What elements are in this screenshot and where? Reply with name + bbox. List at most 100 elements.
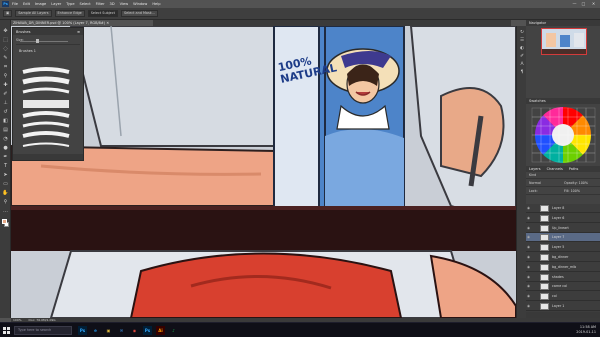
windows-start-icon[interactable] (3, 327, 10, 334)
layer-name[interactable]: Layer 1 (552, 302, 564, 311)
lasso-tool-icon[interactable]: ◌ (2, 46, 9, 52)
layer-name[interactable]: carne col (552, 282, 567, 291)
character-panel-icon[interactable]: A (519, 62, 525, 67)
visibility-eye-icon[interactable]: ◉ (527, 206, 531, 210)
close-button[interactable]: ✕ (590, 1, 597, 7)
eyedropper-tool-icon[interactable]: ⚲ (2, 73, 9, 79)
layer-row[interactable]: ◉ carne col (526, 282, 600, 292)
hand-tool-icon[interactable]: ✋ (2, 190, 9, 196)
taskbar-app-icon[interactable]: Ps (78, 326, 87, 335)
menu-type[interactable]: Type (66, 2, 74, 6)
layer-row[interactable]: ◉ bg_dinner (526, 253, 600, 262)
fill-field[interactable]: Fill: 100% (564, 188, 580, 195)
marquee-tool-icon[interactable]: ⬚ (2, 37, 9, 43)
type-tool-icon[interactable]: T (2, 163, 9, 169)
brush-group-label[interactable]: Brushes 1 (19, 49, 83, 53)
document-canvas[interactable]: 100% NATURAL (11, 26, 516, 318)
taskbar-app-icon[interactable]: ♪ (169, 326, 178, 335)
layer-row[interactable]: ◉ Layer 6 (526, 214, 600, 223)
layer-row[interactable]: ◉ Layer 8 (526, 204, 600, 213)
layer-name[interactable]: bg_dinner_mlb (552, 263, 576, 272)
tab-layers[interactable]: Layers (529, 167, 541, 171)
more-tools-icon[interactable]: … (2, 208, 9, 214)
swatches-header[interactable]: Swatches (526, 98, 600, 104)
dodge-tool-icon[interactable]: ● (2, 145, 9, 151)
system-tray-clock[interactable]: 11:58 AM 2019-01-11 (576, 325, 596, 335)
menu-edit[interactable]: Edit (23, 2, 30, 6)
quick-select-tool-icon[interactable]: ✎ (2, 55, 9, 61)
brush-size-slider-knob[interactable] (36, 39, 39, 43)
visibility-eye-icon[interactable]: ◉ (527, 294, 531, 298)
taskbar-app-icon[interactable]: Ps (143, 326, 152, 335)
move-tool-icon[interactable]: ✥ (2, 28, 9, 34)
brush-size-slider[interactable] (20, 41, 68, 42)
layer-name[interactable]: shades (552, 273, 564, 282)
visibility-eye-icon[interactable]: ◉ (527, 284, 531, 288)
layer-name[interactable]: Layer 5 (552, 243, 564, 252)
menu-file[interactable]: File (12, 2, 18, 6)
crop-tool-icon[interactable]: ⌗ (2, 64, 9, 70)
layer-row[interactable]: ◉ col (526, 292, 600, 302)
brush-settings-icon[interactable]: ✐ (519, 54, 525, 59)
layer-row[interactable]: ◉ Layer 7 (526, 233, 600, 243)
gradient-tool-icon[interactable]: ▤ (2, 127, 9, 133)
tool-preset-icon[interactable]: ▣ (3, 10, 13, 17)
rectangle-tool-icon[interactable]: ▭ (2, 181, 9, 187)
path-selection-tool-icon[interactable]: ➤ (2, 172, 9, 178)
properties-panel-icon[interactable]: ☰ (519, 38, 525, 43)
select-subject-button[interactable]: Select Subject (87, 10, 118, 17)
layer-row[interactable]: ◉ Layer 5 (526, 243, 600, 253)
brush-stroke-previews[interactable] (21, 64, 71, 150)
visibility-eye-icon[interactable]: ◉ (527, 245, 531, 249)
menu-layer[interactable]: Layer (51, 2, 61, 6)
enhance-edge-option[interactable]: Enhance Edge (54, 10, 85, 17)
layer-name[interactable]: Up_lineart (552, 224, 569, 233)
paragraph-panel-icon[interactable]: ¶ (519, 70, 525, 75)
visibility-eye-icon[interactable]: ◉ (527, 304, 531, 308)
healing-brush-tool-icon[interactable]: ✚ (2, 82, 9, 88)
taskbar-app-icon[interactable]: ▣ (104, 326, 113, 335)
blend-mode-select[interactable]: Normal (529, 181, 541, 185)
menu-window[interactable]: Window (133, 2, 147, 6)
layer-row[interactable]: ◉ bg_dinner_mlb (526, 263, 600, 272)
menu-filter[interactable]: Filter (96, 2, 105, 6)
menu-3d[interactable]: 3D (110, 2, 115, 6)
color-wheel[interactable] (528, 105, 598, 165)
visibility-eye-icon[interactable]: ◉ (527, 216, 531, 220)
tab-paths[interactable]: Paths (569, 167, 579, 171)
visibility-eye-icon[interactable]: ◉ (527, 255, 531, 259)
taskbar-app-icon[interactable]: ✉ (117, 326, 126, 335)
menu-select[interactable]: Select (80, 2, 91, 6)
navigator-preview[interactable] (541, 28, 587, 55)
layer-row[interactable]: ◉ Up_lineart (526, 224, 600, 233)
history-panel-icon[interactable]: ↻ (519, 30, 525, 35)
layer-row[interactable]: ◉ Layer 1 (526, 302, 600, 311)
panel-menu-icon[interactable]: ≡ (77, 30, 80, 34)
blur-tool-icon[interactable]: ◔ (2, 136, 9, 142)
layer-name[interactable]: bg_dinner (552, 253, 568, 262)
tab-channels[interactable]: Channels (547, 167, 563, 171)
taskbar-app-icon[interactable]: ◉ (130, 326, 139, 335)
select-and-mask-button[interactable]: Select and Mask... (120, 10, 158, 17)
visibility-eye-icon[interactable]: ◉ (527, 226, 531, 230)
sample-all-layers-option[interactable]: Sample All Layers (15, 10, 52, 17)
layer-name[interactable]: Layer 7 (552, 233, 564, 242)
history-brush-tool-icon[interactable]: ↺ (2, 109, 9, 115)
foreground-color-swatch[interactable] (2, 219, 7, 224)
layer-kind-filter[interactable]: Kind (529, 173, 536, 177)
layer-row[interactable]: ◉ shades (526, 273, 600, 282)
visibility-eye-icon[interactable]: ◉ (527, 275, 531, 279)
layer-name[interactable]: col (552, 292, 557, 301)
zoom-tool-icon[interactable]: ⚲ (2, 199, 9, 205)
layer-name[interactable]: Layer 6 (552, 214, 564, 223)
visibility-eye-icon[interactable]: ◉ (527, 265, 531, 269)
pen-tool-icon[interactable]: ✒ (2, 154, 9, 160)
layer-name[interactable]: Layer 8 (552, 204, 564, 213)
navigator-header[interactable]: Navigator (526, 20, 600, 26)
clone-stamp-tool-icon[interactable]: ⊥ (2, 100, 9, 106)
brush-tool-icon[interactable]: ✐ (2, 91, 9, 97)
menu-help[interactable]: Help (152, 2, 160, 6)
minimize-button[interactable]: — (571, 1, 578, 7)
menu-image[interactable]: Image (35, 2, 46, 6)
adjustments-panel-icon[interactable]: ◐ (519, 46, 525, 51)
